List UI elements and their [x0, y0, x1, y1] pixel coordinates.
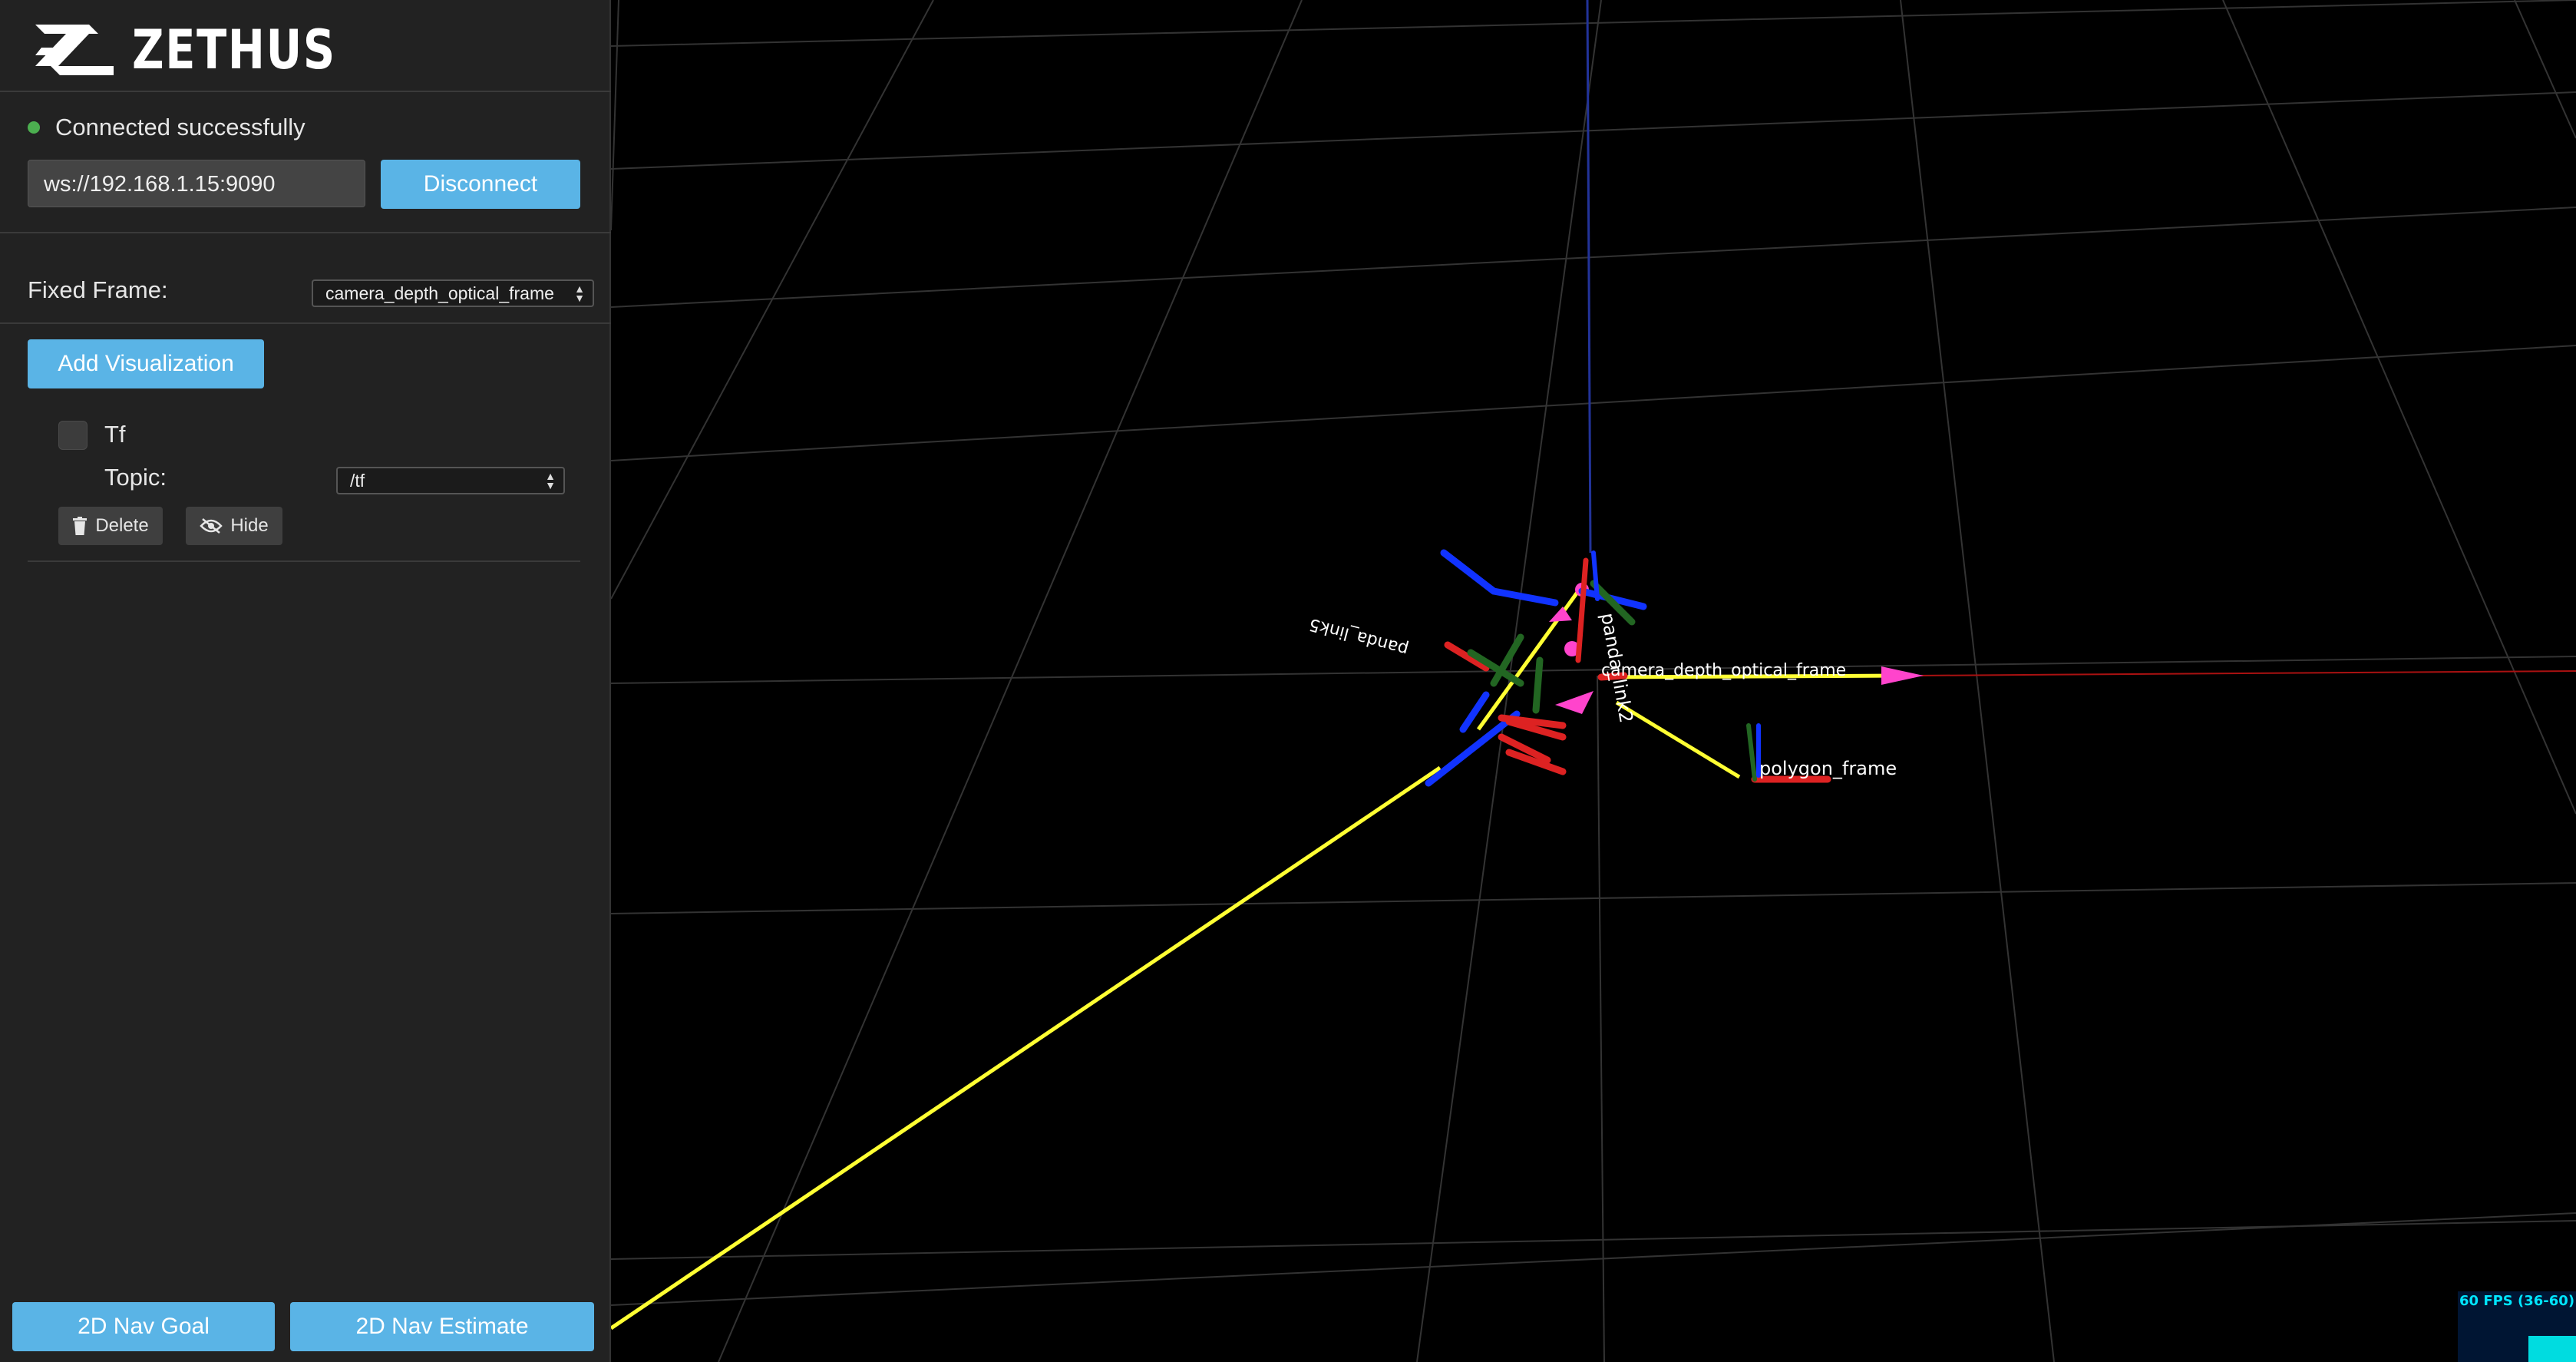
topic-select[interactable]: /tf ▲ ▼ [336, 467, 565, 494]
hide-visualization-button[interactable]: Hide [186, 507, 282, 545]
select-arrows-icon: ▲ ▼ [574, 283, 585, 304]
x-axis-line [1915, 670, 2576, 676]
nav-estimate-button[interactable]: 2D Nav Estimate [290, 1302, 594, 1351]
app-title: ZETHUS [132, 18, 336, 81]
fixed-frame-select[interactable]: camera_depth_optical_frame ▲ ▼ [312, 279, 594, 307]
divider [28, 560, 580, 562]
app-logo: ZETHUS [35, 18, 381, 81]
3d-viewport[interactable]: camera_depth_optical_frame polygon_frame… [611, 0, 2576, 1362]
fps-text: 60 FPS (36-60) [2459, 1293, 2575, 1309]
connection-status-text: Connected successfully [55, 114, 305, 140]
hide-label: Hide [230, 515, 269, 536]
frame-label: panda_link5 [1307, 614, 1411, 660]
fps-graph [2528, 1336, 2576, 1362]
topic-value: /tf [350, 470, 365, 491]
select-arrows-icon: ▲ ▼ [545, 470, 556, 491]
ground-grid [611, 0, 2576, 1362]
visualization-name: Tf [104, 421, 126, 448]
topic-label: Topic: [104, 464, 167, 491]
tf-visibility-checkbox[interactable] [58, 421, 88, 450]
divider [0, 91, 611, 92]
divider [0, 322, 611, 324]
eye-slash-icon [200, 518, 223, 534]
fps-stats-panel[interactable]: 60 FPS (36-60) [2458, 1291, 2576, 1362]
frame-label: polygon_frame [1759, 758, 1897, 779]
zethus-logo-icon [35, 25, 114, 75]
sidebar: ZETHUS Connected successfully ws://192.1… [0, 0, 611, 1362]
nav-goal-button[interactable]: 2D Nav Goal [12, 1302, 275, 1351]
fixed-frame-value: camera_depth_optical_frame [325, 283, 554, 303]
add-visualization-button[interactable]: Add Visualization [28, 339, 264, 388]
tf-links [611, 590, 1901, 1331]
divider [0, 232, 611, 233]
frame-label: camera_depth_optical_frame [1601, 661, 1846, 680]
connection-status: Connected successfully [28, 114, 305, 141]
fixed-frame-label: Fixed Frame: [28, 276, 168, 303]
status-dot-icon [28, 121, 40, 134]
scene-canvas: camera_depth_optical_frame polygon_frame… [611, 0, 2576, 1362]
disconnect-button[interactable]: Disconnect [381, 160, 580, 209]
trash-icon [73, 517, 88, 535]
delete-label: Delete [95, 515, 149, 536]
websocket-url-input[interactable]: ws://192.168.1.15:9090 [28, 160, 365, 207]
delete-visualization-button[interactable]: Delete [58, 507, 163, 545]
